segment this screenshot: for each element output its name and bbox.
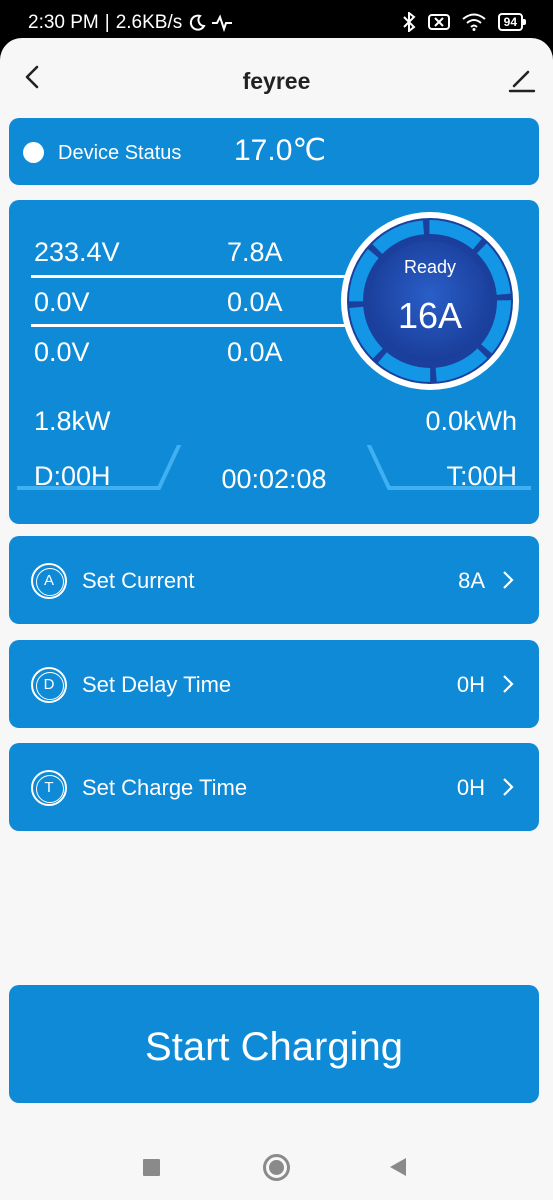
divider-line — [31, 324, 351, 327]
sim-icon — [427, 14, 450, 30]
system-nav-bar — [0, 1133, 553, 1200]
set-delay-time-label: Set Delay Time — [82, 672, 232, 697]
current-a-icon: A — [31, 563, 67, 599]
set-charge-time-value: 0H — [456, 775, 485, 800]
icon-letter: A — [43, 572, 54, 589]
set-delay-time-row[interactable]: D Set Delay Time 0H — [9, 640, 539, 728]
app-screen: feyree Device Status 17.0℃ 233.4V 7.8A 0… — [0, 38, 553, 1133]
home-icon[interactable] — [263, 1154, 290, 1181]
network-speed: 2.6KB/s — [115, 12, 183, 33]
set-current-value: 8A — [458, 568, 485, 593]
recent-apps-icon[interactable] — [143, 1159, 160, 1176]
status-separator: | — [104, 12, 110, 33]
voltage-l3: 0.0V — [34, 337, 90, 367]
status-left: 2:30 PM | 2.6KB/s — [28, 12, 233, 34]
status-indicator-dot — [23, 142, 44, 163]
chevron-right-icon — [503, 571, 514, 589]
set-current-row[interactable]: A Set Current 8A — [9, 536, 539, 624]
energy-value: 0.0kWh — [425, 406, 517, 436]
gauge-amps: 16A — [397, 295, 463, 336]
set-delay-time-value: 0H — [456, 672, 485, 697]
icon-letter: T — [44, 779, 54, 796]
chevron-right-icon — [503, 778, 514, 796]
charging-dashboard: 233.4V 7.8A 0.0V 0.0A 0.0V 0.0A Ready 16… — [9, 200, 539, 524]
icon-letter: D — [43, 676, 55, 693]
status-right: 94 — [402, 12, 527, 32]
edit-pencil-icon[interactable] — [507, 64, 537, 94]
pulse-icon — [212, 14, 233, 32]
clock: 2:30 PM — [28, 12, 99, 33]
start-charging-label: Start Charging — [145, 1025, 403, 1069]
chevron-right-icon — [503, 675, 514, 693]
set-charge-time-row[interactable]: T Set Charge Time 0H — [9, 743, 539, 831]
gauge-state: Ready — [403, 257, 457, 277]
page-title: feyree — [242, 68, 311, 94]
power-value: 1.8kW — [34, 406, 111, 436]
battery-indicator: 94 — [497, 13, 527, 31]
bluetooth-icon — [402, 12, 416, 32]
set-charge-time-label: Set Charge Time — [82, 775, 248, 800]
start-charging-button[interactable]: Start Charging — [9, 985, 539, 1103]
device-status-card: Device Status 17.0℃ — [9, 118, 539, 185]
wifi-icon — [462, 13, 486, 31]
timer-t-icon: T — [31, 770, 67, 806]
app-header: feyree — [0, 38, 553, 118]
voltage-l1: 233.4V — [34, 237, 120, 267]
divider-line — [31, 275, 351, 278]
current-l1: 7.8A — [227, 237, 283, 267]
device-status-label: Device Status — [58, 142, 182, 164]
nav-back-icon[interactable] — [390, 1158, 406, 1176]
moon-icon — [190, 14, 206, 31]
temperature-value: 17.0℃ — [234, 134, 327, 167]
charge-hours: T:00H — [446, 461, 517, 491]
voltage-l2: 0.0V — [34, 287, 90, 317]
current-l3: 0.0A — [227, 337, 283, 367]
current-l2: 0.0A — [227, 287, 283, 317]
delay-d-icon: D — [31, 667, 67, 703]
set-current-label: Set Current — [82, 568, 195, 593]
